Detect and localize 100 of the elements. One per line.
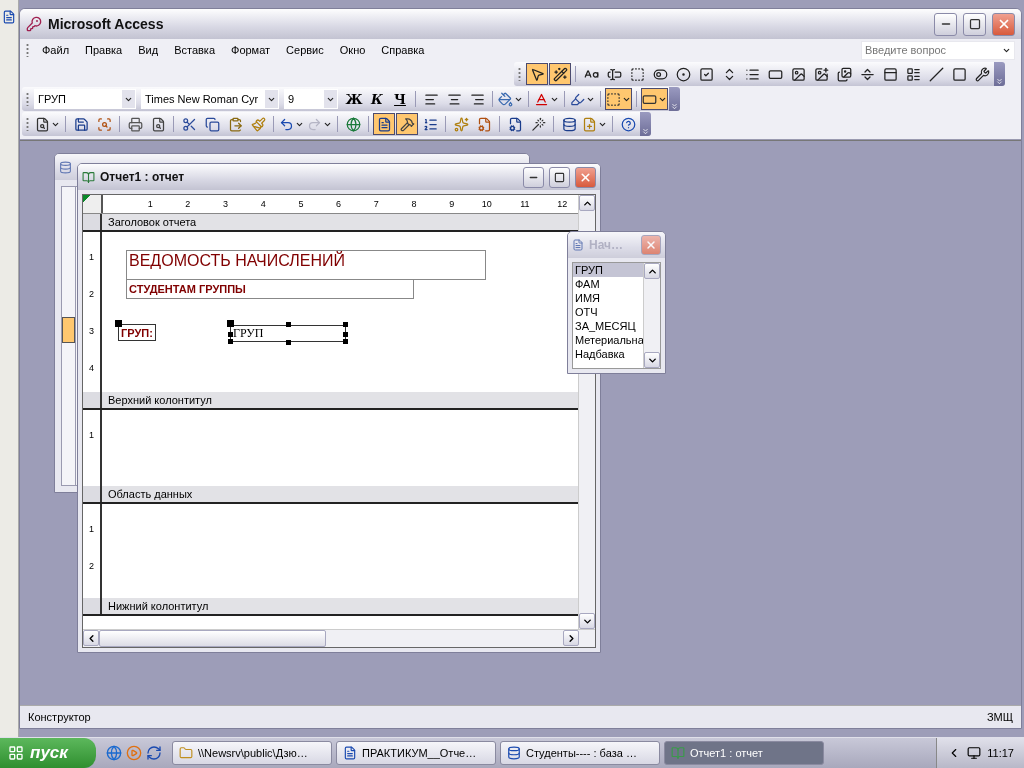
maximize-button[interactable]: [549, 166, 570, 188]
ruler-number: 11: [519, 199, 530, 209]
paste-icon: [227, 116, 243, 132]
ruler-number: 4: [259, 199, 266, 209]
report-icon: [82, 170, 95, 184]
document-icon: [343, 746, 357, 760]
underline-button[interactable]: Ч: [389, 88, 411, 110]
tab-control-icon: [882, 66, 898, 82]
field-item[interactable]: ИМЯ: [573, 291, 643, 305]
move-handle[interactable]: [227, 320, 234, 327]
border-button[interactable]: [605, 88, 632, 110]
database-icon: [507, 746, 521, 760]
preview-icon: [150, 116, 166, 132]
new-object-icon: [582, 116, 597, 132]
sorting-icon: [422, 116, 438, 132]
ruler-number: 9: [448, 199, 455, 209]
section-selector[interactable]: [83, 598, 102, 614]
object-frame-icon: [813, 66, 829, 82]
field-item[interactable]: ГРУП: [573, 263, 643, 277]
section-title: Заголовок отчета: [107, 215, 197, 230]
window-title: Microsoft Access: [48, 16, 165, 32]
section-bar[interactable]: Верхний колонтитул: [83, 392, 578, 410]
tools-icon: [974, 66, 990, 82]
brush-icon: [250, 116, 266, 132]
font-color-icon: [534, 91, 549, 107]
ruler-number: 1: [89, 524, 94, 534]
bold-button[interactable]: Ж: [343, 88, 365, 110]
menu-item[interactable]: Окно: [332, 42, 373, 58]
menu-item[interactable]: Правка: [78, 42, 130, 58]
label-control[interactable]: ВЕДОМОСТЬ НАЧИСЛЕНИЙ: [126, 250, 486, 280]
ruler-number: 8: [410, 199, 417, 209]
tray-icon[interactable]: [967, 746, 982, 760]
label-control[interactable]: ГРУП:: [118, 324, 156, 341]
taskbar-button[interactable]: Отчет1 : отчет: [664, 741, 824, 765]
app-key-icon: [26, 16, 42, 32]
wizard-tool-button[interactable]: [549, 63, 571, 85]
close-button[interactable]: [575, 166, 596, 188]
chevron-icon: [641, 127, 650, 136]
ruler-number: 6: [335, 199, 342, 209]
browser-icon[interactable]: [106, 745, 122, 761]
section-bar[interactable]: Область данных: [83, 486, 578, 504]
menu-item[interactable]: Справка: [374, 42, 432, 58]
text-box-control[interactable]: ГРУП: [230, 325, 346, 342]
menu-item[interactable]: Вид: [131, 42, 166, 58]
field-item[interactable]: ОТЧ: [573, 305, 643, 319]
minimize-button[interactable]: [934, 12, 957, 36]
section-selector[interactable]: [83, 392, 102, 408]
italic-button[interactable]: К: [366, 88, 388, 110]
taskbar-button[interactable]: \\Newsrv\public\Дзю…: [172, 741, 332, 765]
move-handle[interactable]: [115, 320, 122, 327]
section-selector[interactable]: [83, 214, 102, 230]
field-item[interactable]: Надбавка: [573, 347, 643, 361]
chevron-icon: [670, 102, 679, 111]
menu-item[interactable]: Вставка: [167, 42, 222, 58]
bound-frame-icon: [836, 66, 852, 82]
toolbox-button[interactable]: [396, 113, 418, 135]
section-bar[interactable]: Заголовок отчета: [83, 214, 578, 232]
refresh-icon[interactable]: [146, 745, 162, 761]
minimize-button[interactable]: [523, 166, 544, 188]
border-icon: [606, 91, 621, 107]
section-bar[interactable]: Нижний колонтитул: [83, 598, 578, 616]
close-icon: [645, 239, 657, 251]
maximize-button[interactable]: [963, 12, 986, 36]
close-icon: [579, 170, 592, 184]
report-selector[interactable]: [83, 195, 103, 213]
pointer-tool-button[interactable]: [526, 63, 548, 85]
selected-object-tab[interactable]: [62, 317, 75, 343]
font-combo[interactable]: Times New Roman Cyr: [141, 89, 279, 109]
object-combo[interactable]: ГРУП: [34, 89, 136, 109]
folder-icon: [179, 746, 193, 760]
scroll-thumb[interactable]: [99, 630, 326, 647]
group-frame-icon: [629, 66, 645, 82]
close-button[interactable]: [641, 235, 661, 255]
report-icon: [671, 746, 685, 760]
vertical-scrollbar[interactable]: [643, 263, 660, 368]
special-effect-button[interactable]: [641, 88, 668, 110]
menu-item[interactable]: Сервис: [279, 42, 331, 58]
sizing-handle[interactable]: [286, 322, 291, 327]
build-icon: [530, 116, 546, 132]
ruler-number: 4: [89, 363, 94, 373]
field-list-button[interactable]: [373, 113, 395, 135]
menu-item[interactable]: Файл: [35, 42, 77, 58]
list-box-icon: [744, 66, 760, 82]
field-item[interactable]: ЗА_МЕСЯЦ: [573, 319, 643, 333]
label-control[interactable]: СТУДЕНТАМ ГРУППЫ: [126, 279, 414, 299]
font-size-combo[interactable]: 9: [284, 89, 338, 109]
sizing-handle[interactable]: [286, 340, 291, 345]
taskbar-button[interactable]: Студенты---- : база …: [500, 741, 660, 765]
close-button[interactable]: [992, 12, 1015, 36]
field-item[interactable]: ФАМ: [573, 277, 643, 291]
ruler-number: 2: [89, 561, 94, 571]
horizontal-scrollbar[interactable]: [83, 629, 595, 647]
taskbar-button[interactable]: ПРАКТИКУМ__Отче…: [336, 741, 496, 765]
printer-icon: [127, 116, 143, 132]
section-selector[interactable]: [83, 486, 102, 502]
help-search-field[interactable]: Введите вопрос: [861, 40, 1015, 60]
menu-item[interactable]: Формат: [224, 42, 278, 58]
align-center-icon: [446, 91, 462, 107]
field-item[interactable]: Метериальна: [573, 333, 643, 347]
status-text: Конструктор: [28, 711, 91, 723]
